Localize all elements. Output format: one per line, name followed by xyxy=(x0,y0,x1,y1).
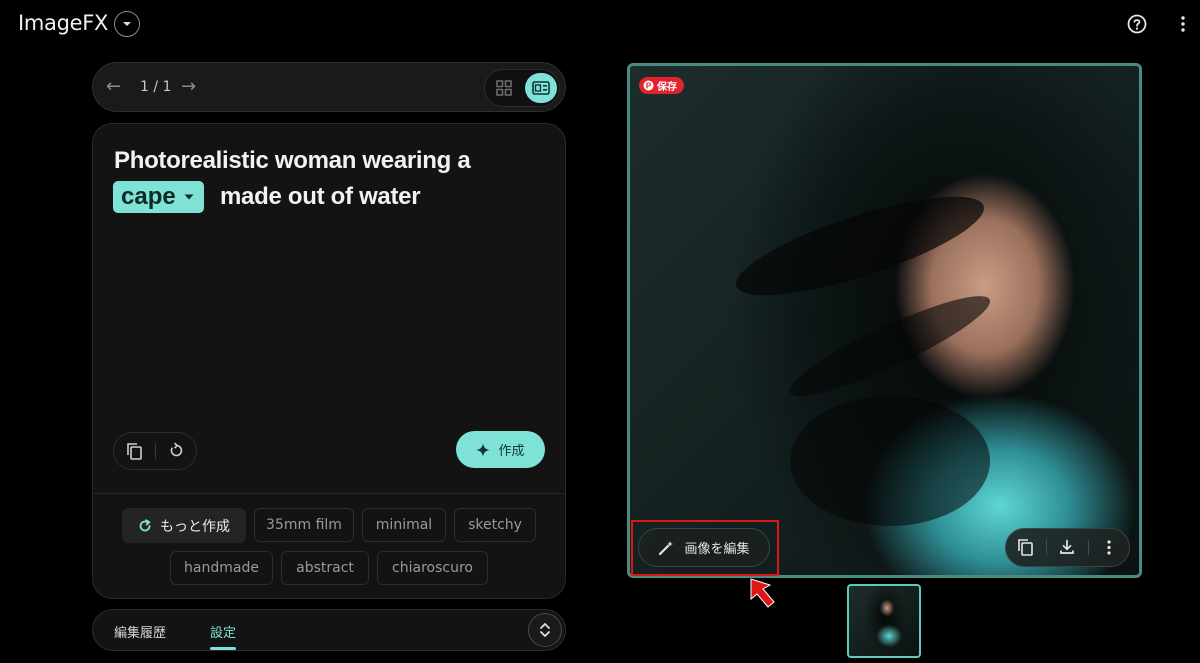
more-vert-icon[interactable] xyxy=(1180,16,1186,32)
page-indicator: 1 / 1 xyxy=(140,79,172,95)
prompt-text-line1[interactable]: Photorealistic woman wearing a xyxy=(114,147,471,175)
suggestion-chip[interactable]: handmade xyxy=(170,551,273,585)
tab-settings[interactable]: 設定 xyxy=(210,622,236,641)
tab-history[interactable]: 編集履歴 xyxy=(114,622,166,641)
app-title: ImageFX xyxy=(18,11,109,35)
suggestion-chip[interactable]: 35mm film xyxy=(254,508,354,542)
image-thumbnail[interactable] xyxy=(847,584,921,658)
red-arrow-annotation xyxy=(750,578,775,608)
refresh-icon xyxy=(139,518,151,531)
svg-text:P: P xyxy=(646,81,652,90)
suggestion-chip[interactable]: chiaroscuro xyxy=(377,551,488,585)
prompt-chip-cape[interactable]: cape xyxy=(113,181,204,213)
single-view-icon xyxy=(532,81,550,95)
generated-image[interactable] xyxy=(627,63,1142,578)
help-circle-icon[interactable] xyxy=(1127,14,1147,34)
magic-wand-icon xyxy=(659,540,674,555)
arrow-back-icon[interactable]: ← xyxy=(106,78,121,96)
reset-icon[interactable] xyxy=(168,442,185,459)
edit-image-button[interactable]: 画像を編集 xyxy=(638,528,770,567)
unfold-icon xyxy=(540,623,550,637)
arrow-forward-icon[interactable]: → xyxy=(181,78,196,96)
edit-image-label: 画像を編集 xyxy=(684,542,750,557)
prompt-text-line2[interactable]: made out of water xyxy=(220,183,421,211)
more-create-button[interactable]: もっと作成 xyxy=(122,508,246,543)
suggestion-chip[interactable]: minimal xyxy=(362,508,446,542)
card-divider xyxy=(93,493,565,494)
create-button-label: 作成 xyxy=(498,444,525,459)
active-tab-indicator xyxy=(210,647,236,650)
single-view-button[interactable] xyxy=(525,73,557,103)
app-menu-button[interactable] xyxy=(114,11,140,37)
copy-icon[interactable] xyxy=(1017,538,1034,556)
tool-divider xyxy=(1046,540,1047,555)
tool-divider xyxy=(155,443,156,459)
prompt-chip-label: cape xyxy=(121,183,176,210)
grid-view-icon[interactable] xyxy=(494,78,514,98)
more-create-label: もっと作成 xyxy=(160,518,230,535)
expand-button[interactable] xyxy=(528,613,562,647)
sparkle-icon xyxy=(476,442,491,457)
suggestion-chip[interactable]: abstract xyxy=(281,551,369,585)
create-button[interactable]: 作成 xyxy=(456,431,545,468)
download-icon[interactable] xyxy=(1059,539,1075,555)
pinterest-icon: P xyxy=(643,80,654,91)
caret-down-icon xyxy=(123,22,131,26)
more-vert-icon[interactable] xyxy=(1106,540,1112,555)
tool-divider xyxy=(1088,540,1089,555)
pinterest-save-label: 保存 xyxy=(657,82,677,93)
copy-icon[interactable] xyxy=(126,442,143,460)
caret-down-icon xyxy=(184,194,194,200)
suggestion-chip[interactable]: sketchy xyxy=(454,508,536,542)
pinterest-save-button[interactable]: P 保存 xyxy=(639,77,684,94)
